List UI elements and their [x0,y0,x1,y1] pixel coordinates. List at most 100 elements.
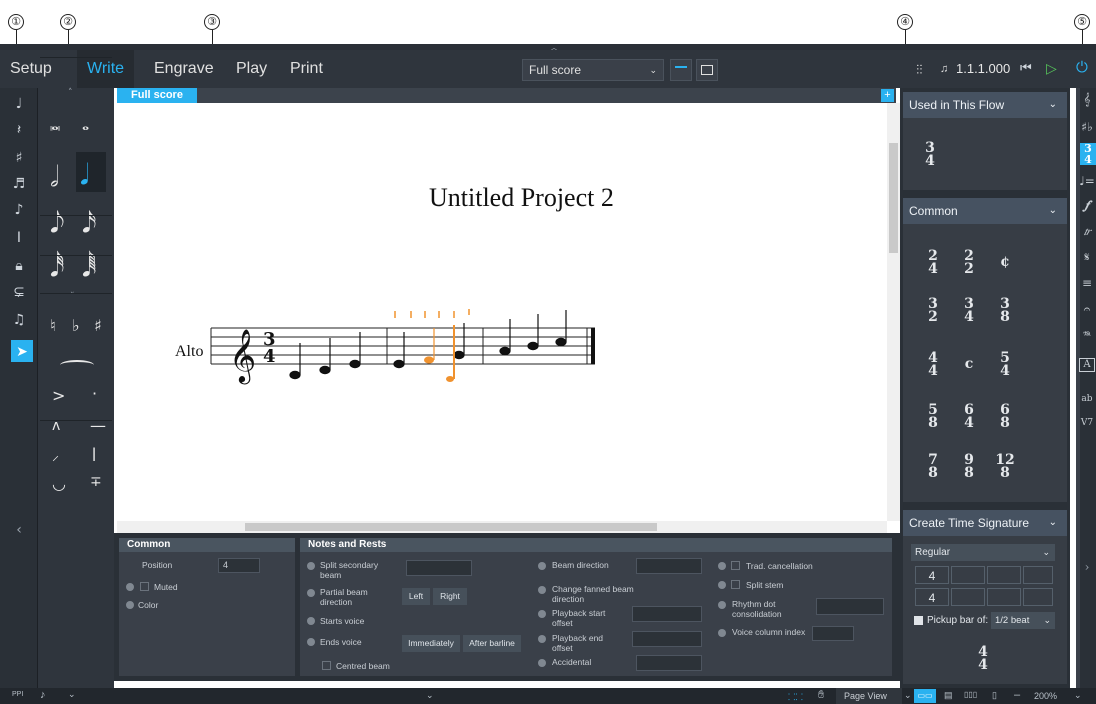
collapse-left-icon[interactable]: ‹ [0,518,38,542]
sig-12-8[interactable]: 12 8 [991,453,1019,480]
denominator-field-3[interactable] [987,588,1021,606]
bars-icon[interactable]: ≡ [1079,276,1095,290]
force-duration-icon[interactable]: ♫ [0,308,38,332]
beam-direction-toggle[interactable] [538,562,546,570]
flat-icon[interactable]: ♭ [72,316,80,335]
breve-icon[interactable]: 𝅜 [50,114,60,135]
sig-common-time[interactable]: c [959,357,979,371]
holds-icon[interactable]: 𝄐 [1079,302,1095,317]
natural-icon[interactable]: ♮ [50,316,56,335]
denominator-field-4[interactable] [1023,588,1053,606]
time-signature-icon[interactable]: 34 [1080,143,1096,165]
pitch-before-duration-icon[interactable]: PPI [12,691,23,698]
mode-engrave[interactable]: Engrave [144,50,224,88]
numerator-field-4[interactable] [1023,566,1053,584]
rhythm-dot-toggle[interactable] [718,601,726,609]
score-page[interactable]: Untitled Project 2 Alto 𝄞 3 4 [117,103,887,521]
chord-symbols-icon[interactable]: V7 [1079,418,1095,428]
horizontal-scrollbar[interactable] [117,521,887,533]
voice-column-toggle[interactable] [718,629,726,637]
muted-checkbox[interactable] [140,582,149,591]
view-select[interactable]: Page View [836,688,902,704]
tab-full-score[interactable]: Full score [117,88,197,103]
after-barline-button[interactable]: After barline [463,635,521,652]
staccato-icon[interactable]: · [92,384,97,403]
sig-5-8[interactable]: 58 [923,403,943,430]
mixer-icon[interactable]: ⫶⫶ [916,62,923,78]
stress-icon[interactable]: ∓ [90,474,102,490]
tuplet-icon[interactable]: ♪ [0,198,38,222]
used-sig-3-4[interactable]: 34 [923,141,937,168]
add-tab-button[interactable]: + [881,89,894,102]
repeats-icon[interactable]: 𝄋 [1079,250,1095,265]
common-header[interactable]: Common ⌄ [903,198,1067,224]
text-icon[interactable]: A [1079,358,1095,372]
wedge-icon[interactable]: ǀ [92,446,96,462]
sig-5-4[interactable]: 54 [995,351,1015,378]
sig-3-8[interactable]: 38 [995,297,1015,324]
zoom-out-icon[interactable]: – [1014,689,1020,701]
ends-voice-toggle[interactable] [307,638,315,646]
collapse-right-icon[interactable]: › [1079,560,1095,574]
accent-icon[interactable]: > [52,386,65,405]
denominator-field-2[interactable] [951,588,985,606]
chevron-down-icon[interactable]: ⌄ [68,689,76,700]
pedal-icon[interactable]: 𝆮 [1079,328,1095,343]
mode-play[interactable]: Play [226,50,277,88]
sixteenth-note-icon[interactable]: 𝅘𝅥𝅯 [82,206,97,240]
sig-2-4[interactable]: 24 [923,249,943,276]
pickup-select[interactable]: 1/2 beat ⌄ [991,612,1055,629]
centred-beam-checkbox[interactable] [322,661,331,670]
partial-beam-toggle[interactable] [307,589,315,597]
quarter-note-icon[interactable]: 𝅘𝅥 [80,158,89,192]
voice-column-field[interactable] [812,626,854,641]
fermata-icon[interactable]: ◡ [52,474,66,493]
pages-horizontal-icon[interactable]: ▯▯▯ [964,690,977,699]
mode-setup[interactable]: Setup [0,50,62,88]
eighth-note-icon[interactable]: 𝅘𝅥𝅮 [50,206,65,240]
accidental-field[interactable] [636,655,702,671]
playback-start-toggle[interactable] [538,610,546,618]
ornaments-icon[interactable]: 𝆖 [1079,224,1095,239]
playback-end-field[interactable] [632,631,702,647]
note-input-icon[interactable]: ♩ [0,92,38,116]
power-icon[interactable]: ⏻ [1076,59,1088,76]
sig-6-8[interactable]: 68 [995,403,1015,430]
sig-6-4[interactable]: 64 [959,403,979,430]
create-time-sig-header[interactable]: Create Time Signature ⌄ [903,510,1067,536]
sig-2-2[interactable]: 22 [959,249,979,276]
playback-start-field[interactable] [632,606,702,622]
type-select[interactable]: Regular ⌄ [911,544,1055,561]
sig-3-4[interactable]: 34 [959,297,979,324]
chord-input-icon[interactable]: ♯ [0,146,38,170]
color-toggle[interactable] [126,601,134,609]
split-stem-checkbox[interactable] [731,580,740,589]
trad-cancellation-toggle[interactable] [718,562,726,570]
rest-input-icon[interactable]: 𝄽 [0,118,38,142]
split-secondary-beam-toggle[interactable] [307,562,315,570]
muted-toggle[interactable] [126,583,134,591]
selection-tool-icon[interactable]: ⸬⸬ [788,690,803,703]
galley-view-button[interactable] [670,59,692,81]
split-secondary-beam-field[interactable] [406,560,472,576]
staccatissimo-icon[interactable]: ⸝ [52,446,59,465]
immediately-button[interactable]: Immediately [402,635,460,652]
scroll-up-icon[interactable]: ˄ [68,88,73,98]
change-fanned-toggle[interactable] [538,586,546,594]
layout-select[interactable]: Full score ⌄ [522,59,664,81]
tempo-icon[interactable]: ♩= [1079,174,1095,188]
tenuto-icon[interactable]: — [90,416,106,435]
expand-bottom-icon[interactable]: ⌄ [426,690,434,701]
chevron-down-icon[interactable]: ⌄ [904,690,912,701]
rhythm-dot-field[interactable] [816,598,884,615]
split-stem-toggle[interactable] [718,581,726,589]
chevron-down-icon[interactable]: ⌄ [1074,690,1082,701]
right-button[interactable]: Right [433,588,467,605]
mode-print[interactable]: Print [280,50,333,88]
sig-3-2[interactable]: 32 [923,297,943,324]
zoom-level[interactable]: 200% [1034,691,1057,701]
pages-vertical-icon[interactable]: ▤ [944,690,953,701]
key-signature-icon[interactable]: ♯♭ [1079,120,1095,134]
grace-note-icon[interactable]: ♬ [0,172,38,196]
slur-icon[interactable] [60,360,94,370]
